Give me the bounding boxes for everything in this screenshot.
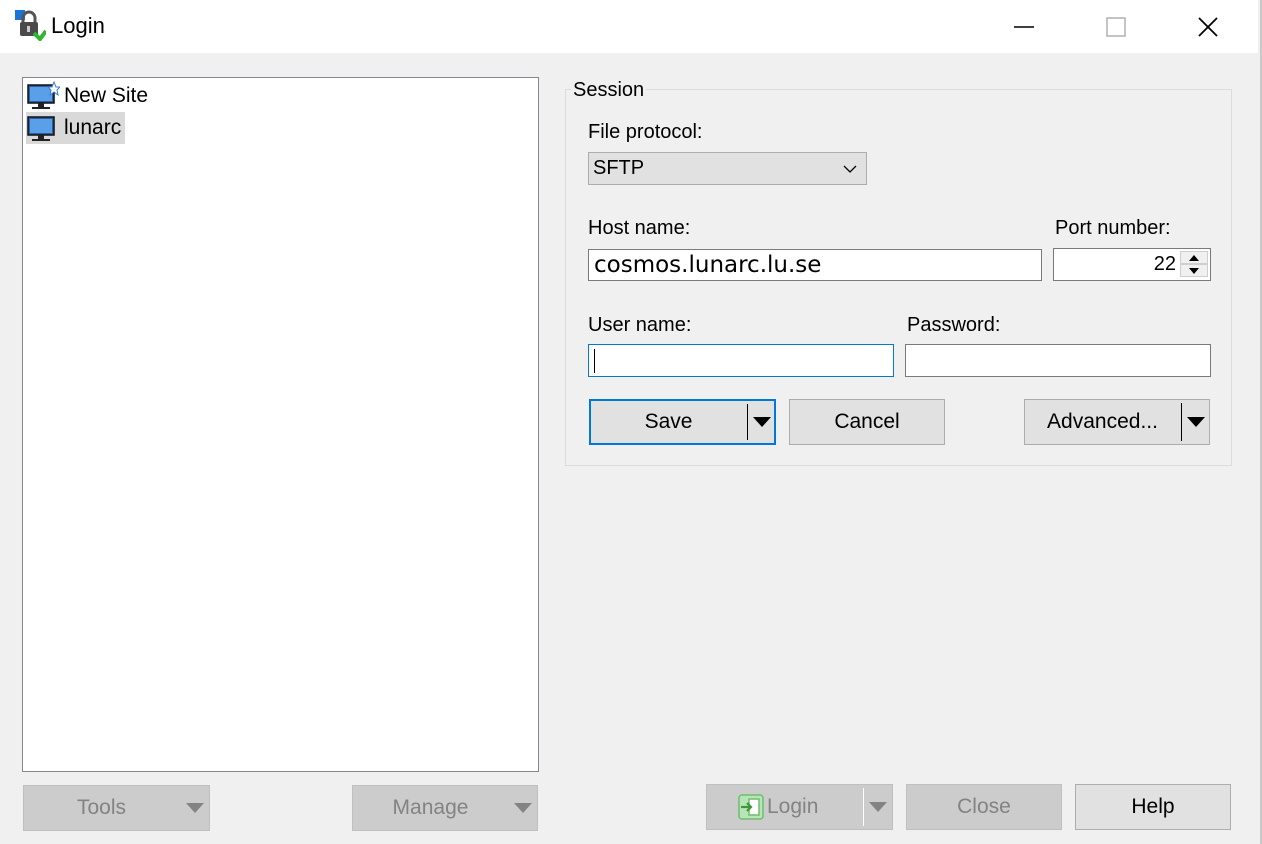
cancel-button-label: Cancel (834, 410, 900, 433)
login-window: Login New Site lunarc Session File proto… (0, 0, 1262, 844)
cancel-button[interactable]: Cancel (789, 399, 945, 445)
manage-button[interactable]: Manage (352, 785, 538, 831)
file-protocol-label: File protocol: (588, 121, 703, 143)
chevron-down-icon (843, 165, 857, 173)
login-button-content: Login (737, 793, 818, 821)
close-button[interactable]: Close (906, 784, 1062, 830)
file-protocol-value: SFTP (593, 157, 645, 179)
advanced-button-label: Advanced... (1047, 410, 1158, 433)
advanced-dropdown-button[interactable] (1182, 400, 1210, 444)
port-decrement-button[interactable] (1180, 264, 1208, 277)
close-icon (1198, 16, 1218, 37)
password-label: Password: (907, 314, 1001, 336)
advanced-button[interactable]: Advanced... (1024, 399, 1210, 445)
site-item-lunarc[interactable]: lunarc (26, 112, 126, 144)
arrow-up-icon (1189, 254, 1199, 261)
save-dropdown-button[interactable] (748, 401, 776, 443)
window-title: Login (51, 13, 105, 38)
user-name-label: User name: (588, 314, 692, 336)
login-button-label: Login (767, 795, 819, 818)
host-name-input[interactable]: cosmos.lunarc.lu.se (588, 249, 1042, 281)
title-bar[interactable]: Login (0, 0, 1258, 53)
tools-button-label: Tools (76, 796, 127, 819)
save-button[interactable]: Save (589, 399, 776, 445)
caret-down-icon (1187, 417, 1205, 427)
login-button[interactable]: Login (706, 784, 893, 830)
computer-icon (27, 116, 55, 141)
winscp-lock-icon (15, 10, 46, 41)
manage-dropdown-arrow (509, 786, 537, 830)
site-item-new-site[interactable]: New Site (26, 80, 152, 112)
site-tree[interactable]: New Site lunarc (22, 77, 539, 772)
text-caret (594, 348, 595, 373)
tools-dropdown-arrow (181, 786, 209, 830)
site-label: lunarc (64, 116, 122, 139)
caret-down-icon (514, 803, 532, 813)
help-button[interactable]: Help (1075, 784, 1231, 830)
caret-down-icon (869, 802, 887, 812)
caret-down-icon (186, 803, 204, 813)
host-name-value: cosmos.lunarc.lu.se (594, 252, 822, 278)
login-icon (738, 794, 764, 820)
arrow-down-icon (1189, 267, 1199, 274)
manage-button-label: Manage (392, 796, 469, 819)
minimize-icon (1014, 25, 1034, 28)
tools-button[interactable]: Tools (23, 785, 210, 831)
help-button-label: Help (1131, 795, 1175, 818)
port-number-value: 22 (1153, 253, 1176, 275)
port-stepper-arrows (1180, 251, 1208, 278)
minimize-button[interactable] (978, 0, 1070, 53)
port-increment-button[interactable] (1180, 251, 1208, 264)
caret-down-icon (753, 417, 771, 427)
new-site-icon (27, 81, 60, 109)
host-name-label: Host name: (588, 217, 691, 239)
port-number-stepper[interactable]: 22 (1053, 248, 1211, 281)
close-window-button[interactable] (1162, 0, 1254, 53)
maximize-icon (1106, 16, 1126, 37)
file-protocol-select[interactable]: SFTP (588, 152, 867, 185)
port-number-label: Port number: (1055, 217, 1171, 239)
password-input[interactable] (905, 344, 1211, 377)
maximize-button[interactable] (1070, 0, 1162, 53)
session-group-label: Session (571, 79, 647, 102)
user-name-input[interactable] (588, 344, 894, 377)
save-button-label: Save (644, 410, 693, 433)
login-dropdown-button[interactable] (864, 785, 892, 829)
close-button-label: Close (957, 795, 1011, 818)
site-label: New Site (64, 84, 149, 107)
